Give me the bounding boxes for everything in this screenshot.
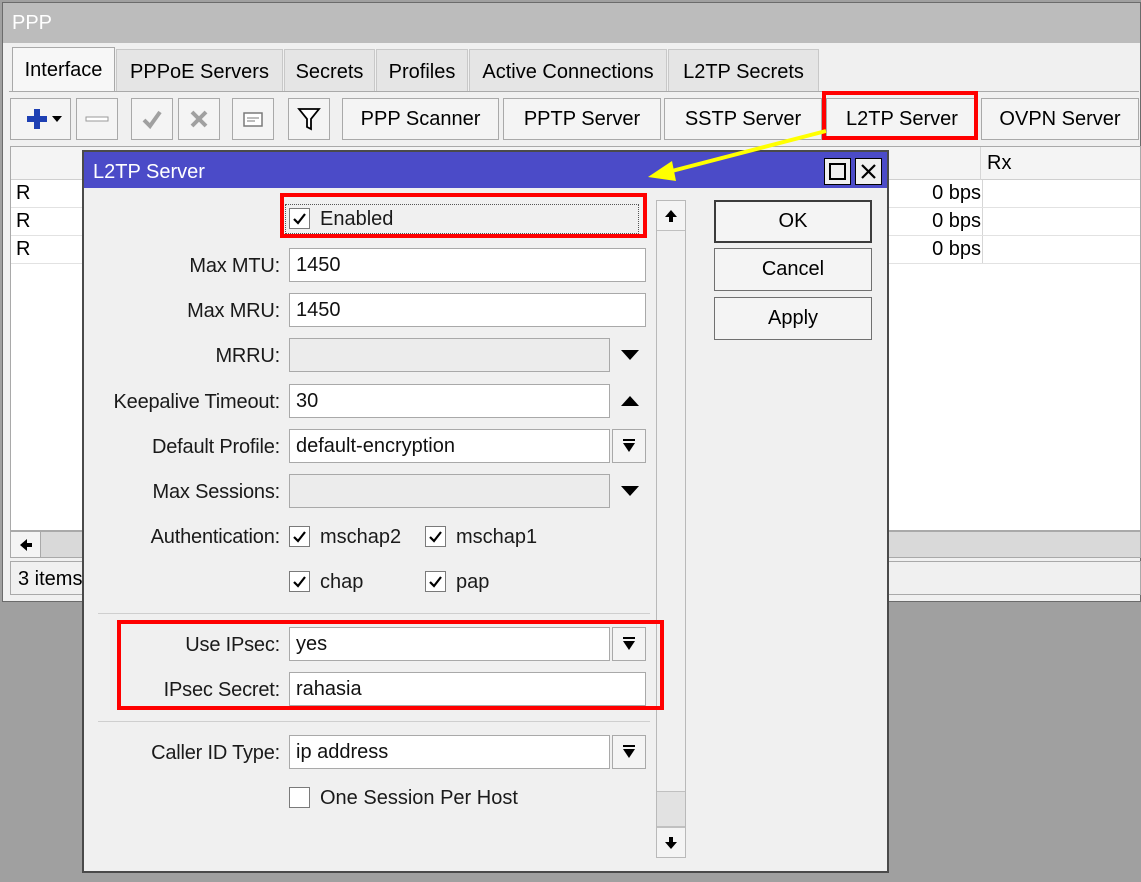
arrow-head-icon — [648, 161, 676, 181]
annotation-arrow — [648, 129, 827, 181]
